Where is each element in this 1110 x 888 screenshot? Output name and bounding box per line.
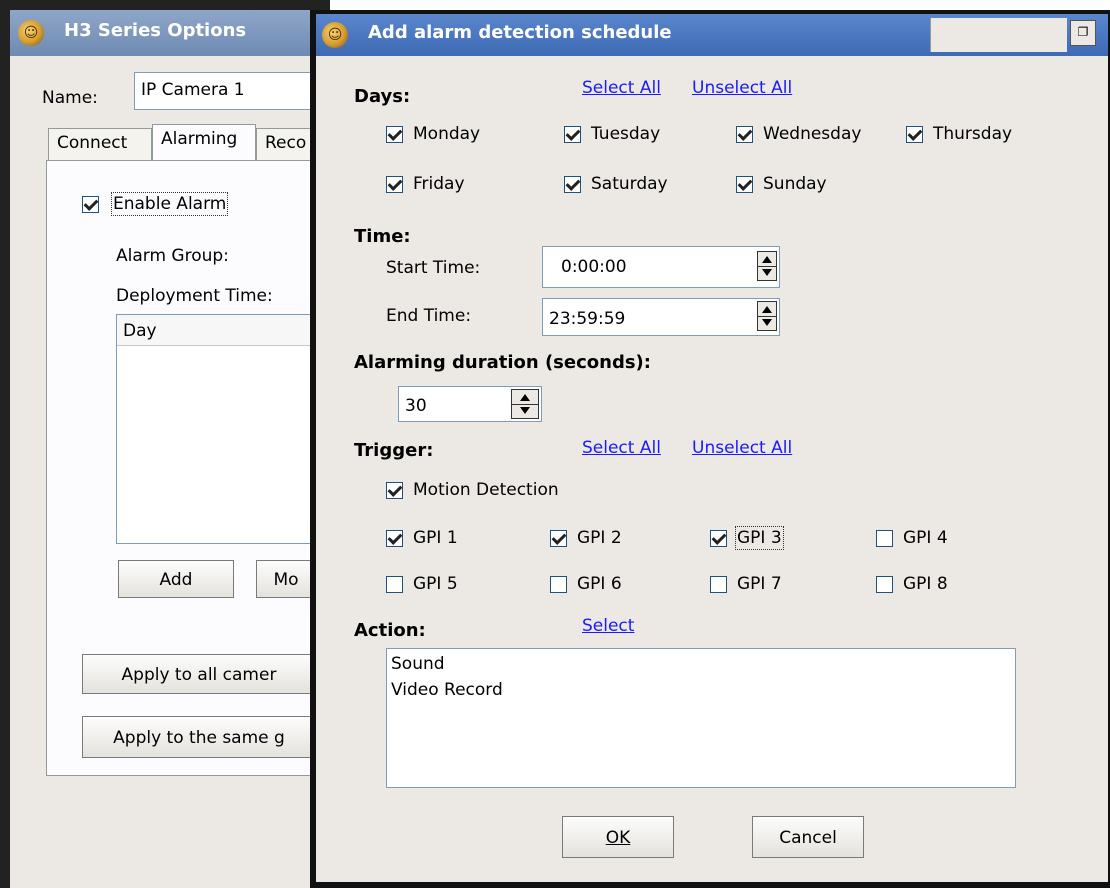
days-unselect-all-link[interactable]: Unselect All: [692, 78, 792, 98]
motion-detection-option[interactable]: Motion Detection: [386, 480, 559, 500]
dialog-app-icon: ☺: [322, 22, 348, 48]
time-label: Time:: [354, 226, 411, 247]
gpi-checkbox[interactable]: [710, 575, 727, 593]
gpi-label: GPI 5: [413, 574, 458, 594]
gpi-2-option[interactable]: GPI 2: [550, 528, 622, 548]
list-item[interactable]: Video Record: [387, 677, 1015, 703]
gpi-6-option[interactable]: GPI 6: [550, 574, 622, 594]
gpi-checkbox[interactable]: [550, 529, 567, 547]
day-sunday-option[interactable]: Sunday: [736, 174, 827, 194]
day-label: Tuesday: [591, 124, 661, 144]
start-time-value: 0:00:00: [561, 257, 627, 277]
enable-alarm-label: Enable Alarm: [110, 192, 229, 216]
gpi-label: GPI 7: [737, 574, 782, 594]
apply-all-cameras-button[interactable]: Apply to all camer: [82, 654, 316, 694]
name-input[interactable]: IP Camera 1: [134, 72, 314, 110]
trigger-unselect-all-link[interactable]: Unselect All: [692, 438, 792, 458]
ok-button[interactable]: OK: [562, 816, 674, 858]
day-label: Monday: [413, 124, 481, 144]
gpi-label: GPI 6: [577, 574, 622, 594]
start-time-spinner[interactable]: 0:00:00: [542, 246, 780, 288]
gpi-label: GPI 1: [413, 528, 458, 548]
day-monday-option[interactable]: Monday: [386, 124, 480, 144]
start-time-spin-arrows-icon[interactable]: [757, 251, 777, 281]
gpi-5-option[interactable]: GPI 5: [386, 574, 458, 594]
enable-alarm-checkbox[interactable]: [82, 195, 99, 213]
day-checkbox[interactable]: [386, 125, 403, 143]
day-friday-option[interactable]: Friday: [386, 174, 465, 194]
duration-spin-arrows-icon[interactable]: [511, 389, 539, 419]
action-label: Action:: [354, 620, 426, 641]
day-label: Thursday: [933, 124, 1013, 144]
gpi-checkbox[interactable]: [876, 575, 893, 593]
alarming-duration-spinner[interactable]: 30: [398, 386, 542, 422]
start-time-label: Start Time:: [386, 258, 481, 278]
gpi-1-option[interactable]: GPI 1: [386, 528, 458, 548]
days-label: Days:: [354, 86, 411, 107]
modify-button[interactable]: Mo: [256, 560, 316, 598]
deployment-time-list[interactable]: Day: [116, 314, 316, 544]
day-saturday-option[interactable]: Saturday: [564, 174, 668, 194]
alarming-duration-label: Alarming duration (seconds):: [354, 352, 651, 373]
gpi-7-option[interactable]: GPI 7: [710, 574, 782, 594]
day-label: Friday: [413, 174, 465, 194]
gpi-4-option[interactable]: GPI 4: [876, 528, 948, 548]
list-header-day[interactable]: Day: [117, 315, 315, 346]
tab-connect[interactable]: Connect: [48, 128, 152, 162]
day-label: Saturday: [591, 174, 668, 194]
end-time-spinner[interactable]: 23:59:59: [542, 298, 780, 336]
gpi-label: GPI 8: [903, 574, 948, 594]
tab-alarming[interactable]: Alarming: [152, 124, 256, 160]
cancel-button[interactable]: Cancel: [752, 816, 864, 858]
day-checkbox[interactable]: [564, 125, 581, 143]
app-icon: ☺: [18, 20, 44, 46]
gpi-8-option[interactable]: GPI 8: [876, 574, 948, 594]
gpi-label: GPI 2: [577, 528, 622, 548]
gpi-checkbox[interactable]: [386, 575, 403, 593]
action-select-link[interactable]: Select: [582, 616, 634, 636]
tab-recording[interactable]: Reco: [256, 128, 316, 162]
alarm-group-label: Alarm Group:: [116, 246, 229, 266]
background-window-title: H3 Series Options: [64, 20, 247, 41]
titlebar-blank-area: [930, 18, 1067, 52]
end-time-value: 23:59:59: [549, 309, 626, 329]
day-checkbox[interactable]: [736, 125, 753, 143]
day-thursday-option[interactable]: Thursday: [906, 124, 1012, 144]
alarming-duration-value: 30: [405, 396, 427, 416]
gpi-checkbox[interactable]: [876, 529, 893, 547]
trigger-select-all-link[interactable]: Select All: [582, 438, 661, 458]
add-button[interactable]: Add: [118, 560, 234, 598]
gpi-3-option[interactable]: GPI 3: [710, 526, 784, 550]
day-checkbox[interactable]: [736, 175, 753, 193]
gpi-checkbox[interactable]: [710, 529, 727, 547]
day-label: Sunday: [763, 174, 827, 194]
deployment-time-label: Deployment Time:: [116, 286, 273, 306]
dialog-title: Add alarm detection schedule: [368, 22, 672, 43]
day-label: Wednesday: [763, 124, 862, 144]
day-checkbox[interactable]: [906, 125, 923, 143]
day-wednesday-option[interactable]: Wednesday: [736, 124, 876, 144]
gpi-label: GPI 4: [903, 528, 948, 548]
day-checkbox[interactable]: [386, 175, 403, 193]
gpi-checkbox[interactable]: [386, 529, 403, 547]
day-checkbox[interactable]: [564, 175, 581, 193]
days-select-all-link[interactable]: Select All: [582, 78, 661, 98]
apply-same-group-button[interactable]: Apply to the same g: [82, 716, 316, 758]
enable-alarm-option[interactable]: Enable Alarm: [82, 192, 229, 216]
motion-detection-checkbox[interactable]: [386, 481, 403, 499]
name-label: Name:: [42, 88, 98, 108]
action-list[interactable]: Sound Video Record: [386, 648, 1016, 788]
gpi-checkbox[interactable]: [550, 575, 567, 593]
gpi-label: GPI 3: [735, 526, 784, 550]
end-time-spin-arrows-icon[interactable]: [757, 301, 777, 331]
trigger-label: Trigger:: [354, 440, 434, 461]
restore-icon[interactable]: ❐: [1070, 20, 1096, 46]
motion-detection-label: Motion Detection: [413, 480, 559, 500]
day-tuesday-option[interactable]: Tuesday: [564, 124, 660, 144]
end-time-label: End Time:: [386, 306, 472, 326]
list-item[interactable]: Sound: [387, 651, 1015, 677]
